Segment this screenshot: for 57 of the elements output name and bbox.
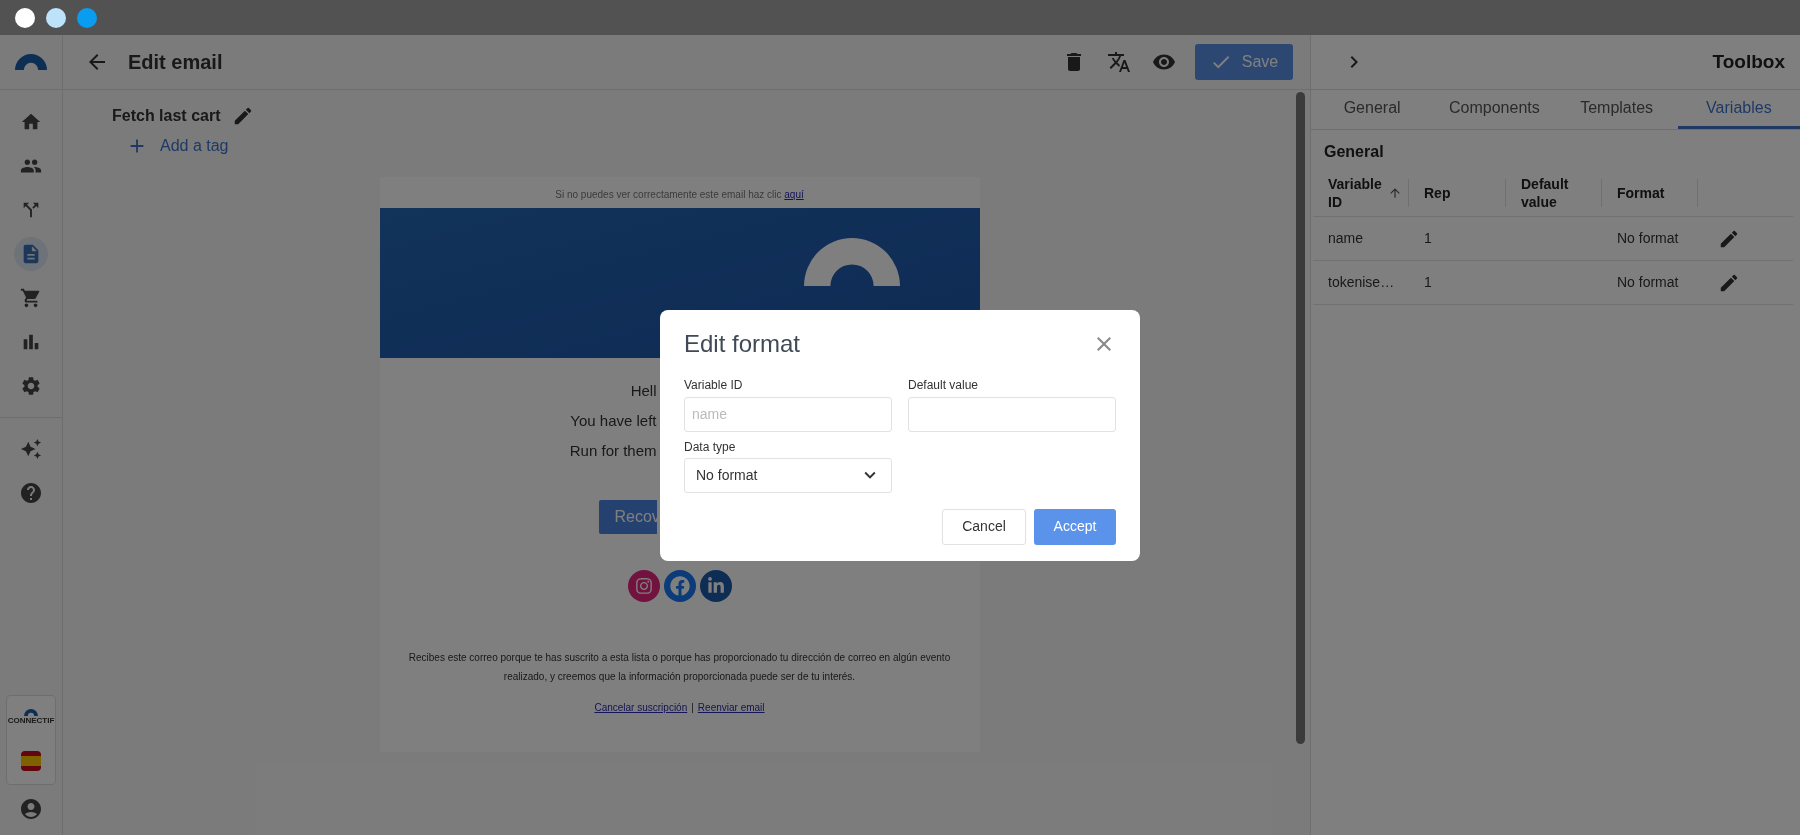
field-label: Default value xyxy=(908,376,980,392)
page-title: Edit email xyxy=(128,50,223,75)
accept-button[interactable]: Accept xyxy=(1034,508,1116,545)
column-header[interactable]: Rep xyxy=(1409,179,1506,207)
email-text-line: Hell xyxy=(630,381,657,401)
resend-link[interactable]: Reenviar email xyxy=(697,700,765,715)
email-name: Fetch last cart xyxy=(112,106,221,126)
sparkles-icon xyxy=(20,438,42,460)
save-button[interactable]: Save xyxy=(1195,44,1293,80)
unsubscribe-link[interactable]: Cancelar suscripción xyxy=(594,700,688,715)
table-cell-text: No format xyxy=(1616,273,1680,292)
toolbox-tab[interactable]: Variables xyxy=(1677,90,1800,129)
email-text-line: You have left xyxy=(570,411,657,431)
settings-icon xyxy=(20,375,42,397)
link-separator: | xyxy=(691,701,694,715)
toolbox-tab[interactable]: Components xyxy=(1433,90,1556,129)
nav-item[interactable] xyxy=(14,237,48,271)
default-value-input[interactable] xyxy=(908,396,1116,432)
brand-logo-icon xyxy=(24,709,38,716)
logo-icon xyxy=(15,54,47,70)
spain-flag-icon[interactable] xyxy=(21,751,41,771)
preheader-link[interactable]: aquí xyxy=(784,189,804,200)
brand-name: CONNECTIF xyxy=(7,716,55,725)
translate-icon xyxy=(1107,50,1131,74)
footer-text: Recibes este correo porque te has suscrito a esta lista o porque has proporcionado tu dirección de correo en algún evento realizado, y creemos que la información proporcionada puede ser de tu interés. xyxy=(407,651,952,684)
cancel-button[interactable]: Cancel xyxy=(942,508,1026,545)
table-cell-text: 1 xyxy=(1423,229,1433,248)
field-label: Data type xyxy=(684,438,737,454)
toolbox-tab[interactable]: Templates xyxy=(1555,90,1678,129)
instagram-icon[interactable] xyxy=(627,570,660,602)
dialog-title: Edit format xyxy=(684,328,801,359)
banner-logo-icon xyxy=(803,238,900,286)
add-tag-button[interactable]: Add a tag xyxy=(126,134,229,158)
section-heading: General xyxy=(1324,142,1385,162)
facebook-icon[interactable] xyxy=(663,570,696,602)
help-icon xyxy=(19,481,43,505)
cart-icon xyxy=(20,287,42,309)
translate-button[interactable] xyxy=(1107,50,1131,74)
linkedin-icon[interactable] xyxy=(699,570,732,602)
column-header[interactable]: Format xyxy=(1602,179,1698,207)
column-header[interactable]: Variable ID xyxy=(1313,179,1409,207)
table-cell-text: 1 xyxy=(1423,273,1433,292)
field-label: Variable ID xyxy=(684,376,744,392)
table-cell-text: name xyxy=(1327,229,1365,248)
table-cell-text: No format xyxy=(1616,229,1680,248)
user-button[interactable] xyxy=(19,797,43,821)
data-type-select[interactable]: No format xyxy=(684,457,892,493)
table-cell-text: tokenise… xyxy=(1327,273,1396,292)
column-header[interactable]: Default value xyxy=(1506,179,1602,207)
preheader-text: Si no puedes ver correctamente este email haz clic aquí xyxy=(554,188,805,202)
toolbox-title: Toolbox xyxy=(1712,49,1785,74)
toolbox-tab[interactable]: General xyxy=(1311,90,1434,129)
sort-up-icon xyxy=(1388,186,1402,200)
email-text-line: Run for them xyxy=(569,441,657,461)
variable-id-input[interactable]: name xyxy=(684,396,892,432)
scrollbar-thumb[interactable] xyxy=(1296,92,1305,744)
user-icon xyxy=(19,797,43,821)
